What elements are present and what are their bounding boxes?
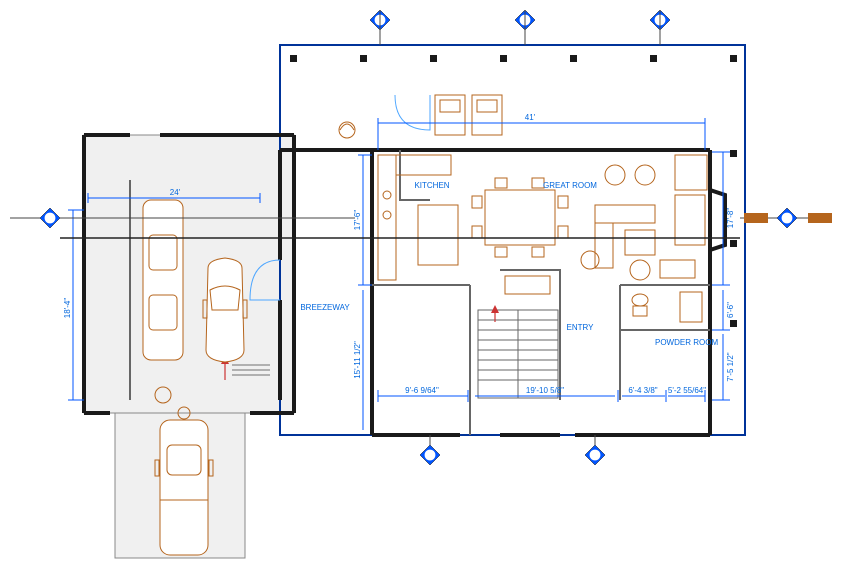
accent-chair: [339, 122, 355, 138]
dim-bottom-a: 9'-6 9/64": [405, 386, 439, 395]
dim-bottom-b: 19'-10 5/8": [526, 386, 564, 395]
label-powder: POWDER ROOM: [655, 338, 718, 347]
floor-plan-canvas[interactable]: 41' 17'-6" 15'-11 1/2" 17'-8" 6'-6" 7'-5…: [0, 0, 850, 575]
great-room-furniture: [581, 155, 725, 280]
dim-right-lower: 7'-5 1/2": [726, 352, 735, 381]
dim-right-upper: 17'-8": [726, 208, 735, 229]
entry-console: [505, 276, 550, 294]
dim-bottom-c: 6'-4 3/8": [628, 386, 657, 395]
garage-slab: [84, 135, 294, 413]
dim-top: 41': [525, 113, 536, 122]
label-entry: ENTRY: [567, 323, 595, 332]
dim-left-lower: 15'-11 1/2": [353, 341, 362, 379]
stairs: [478, 305, 558, 398]
dim-garage-w: 24': [170, 188, 181, 197]
dim-garage-h: 18'-4": [63, 298, 72, 319]
dim-bottom-d: 5'-2 55/64": [668, 386, 706, 395]
label-breezeway: BREEZEWAY: [300, 303, 350, 312]
powder-room-fixtures: [632, 292, 702, 322]
car-garage-right: [203, 258, 247, 362]
label-kitchen: KITCHEN: [414, 181, 449, 190]
kitchen-fixtures: [378, 155, 458, 280]
dim-left-upper: 17'-6": [353, 210, 362, 231]
utility-appliances: [435, 95, 502, 135]
dim-right-mid: 6'-6": [726, 302, 735, 318]
label-great-room: GREAT ROOM: [543, 181, 597, 190]
truck-driveway: [155, 407, 213, 555]
